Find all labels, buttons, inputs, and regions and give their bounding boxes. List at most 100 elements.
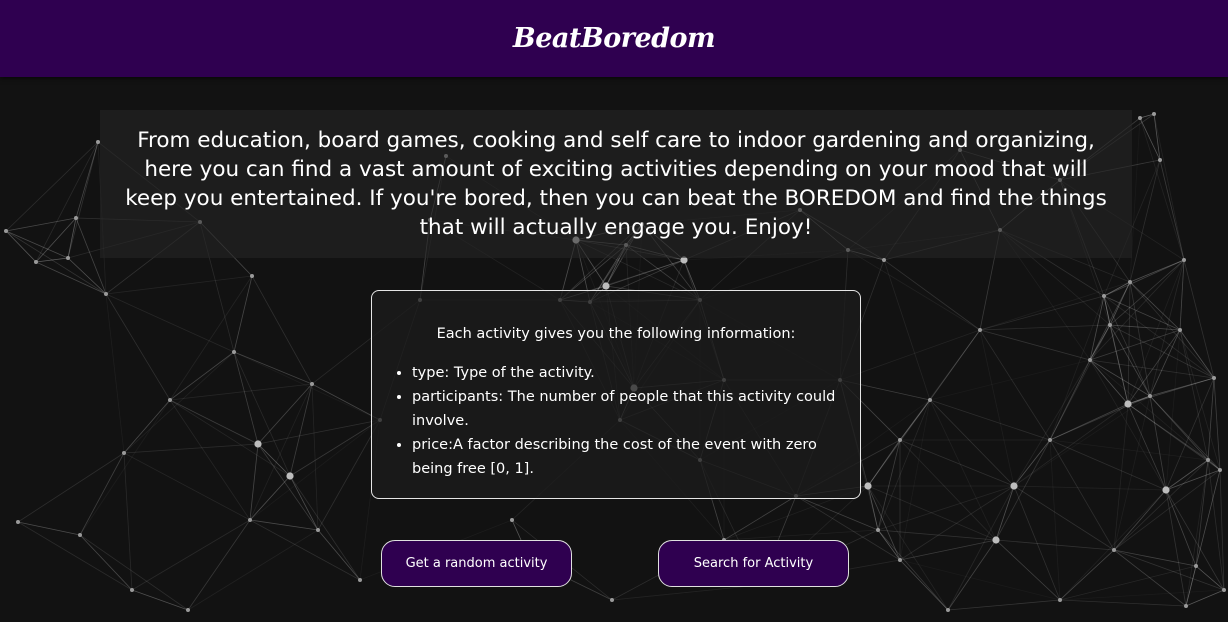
network-line bbox=[995, 485, 1015, 541]
network-dot bbox=[1088, 358, 1092, 362]
network-line bbox=[877, 399, 931, 531]
network-line bbox=[839, 329, 981, 381]
network-line bbox=[1013, 485, 1061, 601]
network-line bbox=[67, 141, 99, 259]
network-line bbox=[1049, 439, 1115, 551]
network-line bbox=[979, 295, 1105, 331]
network-line bbox=[257, 443, 319, 531]
network-dot bbox=[1128, 280, 1132, 284]
network-dot bbox=[1218, 468, 1222, 472]
network-line bbox=[1185, 459, 1209, 607]
info-item-type: type: Type of the activity. bbox=[412, 361, 840, 385]
network-line bbox=[233, 351, 381, 421]
network-line bbox=[1059, 565, 1197, 601]
network-line bbox=[105, 293, 235, 353]
network-line bbox=[123, 351, 235, 454]
network-dot bbox=[34, 260, 38, 264]
network-line bbox=[1049, 359, 1091, 441]
network-dot bbox=[1148, 394, 1152, 398]
network-line bbox=[317, 529, 361, 581]
network-line bbox=[169, 399, 259, 445]
random-activity-button[interactable]: Get a random activity bbox=[381, 540, 572, 587]
top-navbar: BeatBoredom bbox=[0, 0, 1228, 77]
network-line bbox=[929, 399, 1015, 487]
network-line bbox=[169, 275, 253, 401]
network-line bbox=[17, 521, 81, 536]
network-line bbox=[1113, 549, 1187, 607]
network-line bbox=[877, 529, 997, 541]
network-line bbox=[67, 217, 77, 259]
network-line bbox=[899, 559, 1061, 601]
network-line bbox=[1149, 329, 1181, 397]
network-line bbox=[1149, 377, 1215, 397]
network-line bbox=[1153, 113, 1185, 261]
network-dot bbox=[1158, 158, 1162, 162]
network-line bbox=[105, 275, 253, 295]
network-line bbox=[187, 529, 319, 611]
network-dot bbox=[1124, 400, 1132, 408]
network-line bbox=[1059, 549, 1115, 601]
network-line bbox=[5, 230, 37, 263]
network-dot bbox=[602, 282, 610, 290]
network-dot bbox=[78, 533, 82, 537]
network-line bbox=[79, 534, 189, 611]
network-line bbox=[1049, 439, 1061, 601]
network-line bbox=[877, 439, 901, 531]
network-line bbox=[877, 529, 949, 611]
network-dot bbox=[928, 398, 932, 402]
network-line bbox=[131, 589, 189, 611]
network-line bbox=[123, 452, 133, 591]
network-dot bbox=[1108, 323, 1112, 327]
network-line bbox=[1127, 281, 1131, 405]
network-line bbox=[1179, 259, 1185, 331]
network-line bbox=[123, 443, 259, 454]
network-dot bbox=[1206, 458, 1210, 462]
search-activity-button[interactable]: Search for Activity bbox=[658, 540, 849, 587]
network-line bbox=[1139, 117, 1185, 261]
network-line bbox=[883, 259, 931, 401]
network-line bbox=[5, 141, 99, 232]
brand-logo-text[interactable]: BeatBoredom bbox=[513, 23, 716, 54]
network-dot bbox=[250, 274, 254, 278]
network-line bbox=[1213, 377, 1221, 471]
network-line bbox=[249, 519, 361, 581]
network-line bbox=[1113, 489, 1167, 551]
network-dot bbox=[992, 536, 1000, 544]
network-line bbox=[1089, 359, 1151, 397]
network-line bbox=[1103, 295, 1151, 397]
network-line bbox=[1129, 259, 1185, 283]
network-dot bbox=[882, 258, 886, 262]
network-line bbox=[1013, 439, 1051, 487]
network-line bbox=[1165, 329, 1181, 491]
network-line bbox=[899, 559, 949, 611]
network-line bbox=[289, 383, 313, 477]
network-dot bbox=[286, 472, 294, 480]
network-line bbox=[979, 329, 1015, 487]
network-line bbox=[249, 383, 313, 521]
network-dot bbox=[946, 608, 950, 612]
network-line bbox=[233, 275, 253, 353]
network-line bbox=[1165, 489, 1197, 567]
network-line bbox=[79, 452, 125, 536]
network-dot bbox=[104, 292, 108, 296]
network-line bbox=[289, 475, 361, 581]
network-dot bbox=[1138, 116, 1142, 120]
network-line bbox=[289, 475, 319, 531]
network-line bbox=[169, 351, 235, 401]
network-dot bbox=[316, 528, 320, 532]
network-line bbox=[995, 539, 1115, 551]
network-dot bbox=[122, 451, 126, 455]
network-line bbox=[233, 351, 313, 385]
network-dot bbox=[74, 216, 78, 220]
network-line bbox=[1013, 403, 1129, 487]
network-line bbox=[995, 439, 1051, 541]
network-line bbox=[929, 399, 1051, 441]
network-dot bbox=[1182, 258, 1186, 262]
network-line bbox=[249, 419, 381, 521]
network-dot bbox=[1112, 548, 1116, 552]
network-line bbox=[611, 584, 761, 601]
network-line bbox=[1059, 489, 1167, 601]
network-line bbox=[1159, 159, 1185, 261]
network-line bbox=[1113, 549, 1197, 567]
network-line bbox=[169, 399, 251, 521]
